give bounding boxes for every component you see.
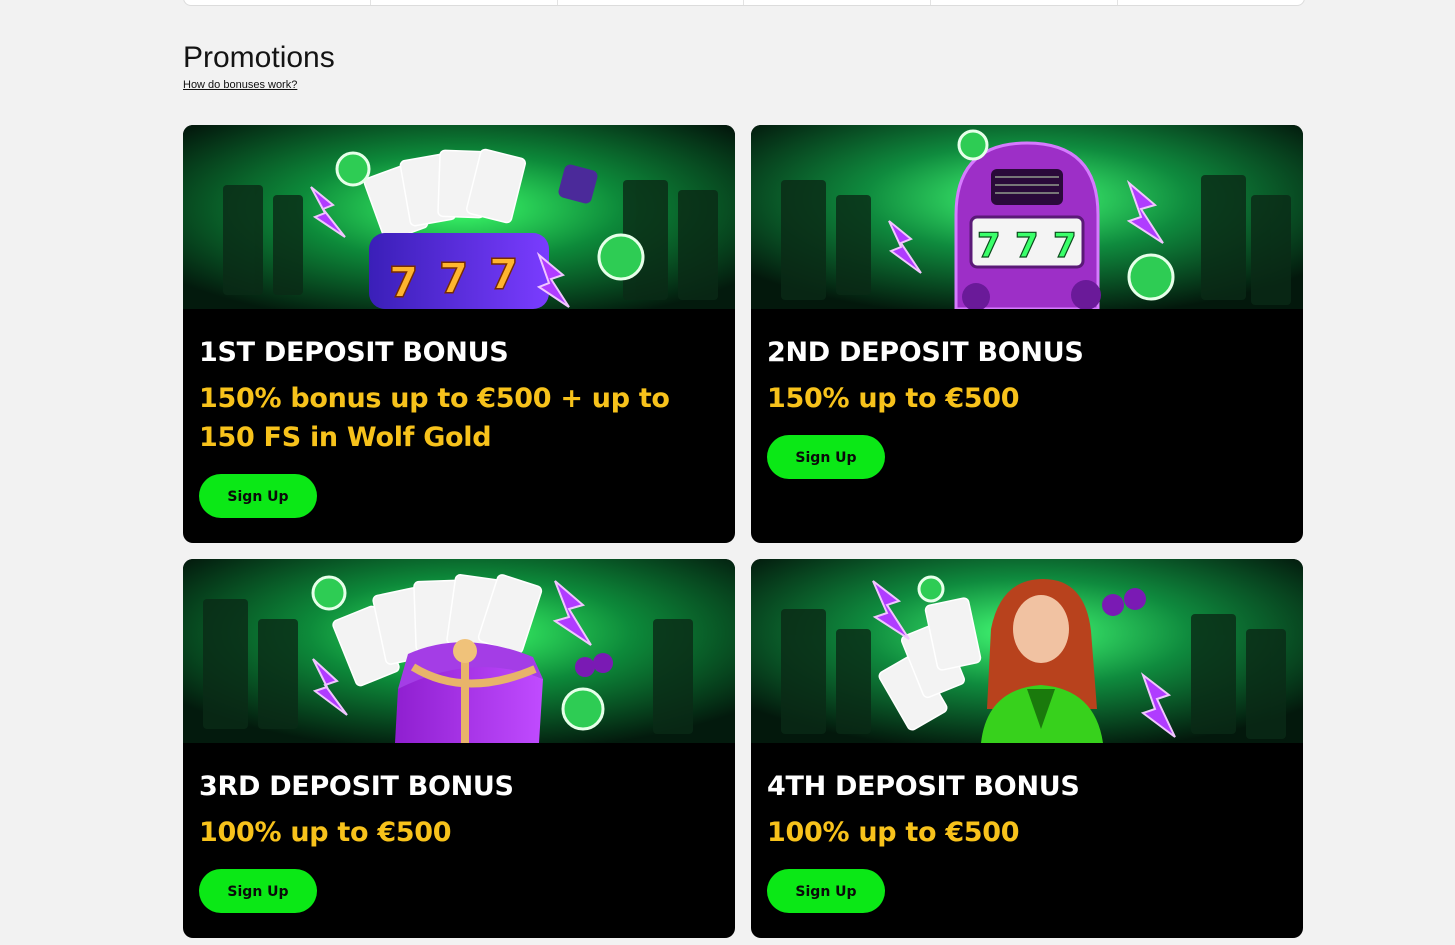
svg-text:7: 7 [489,250,518,299]
promo-card-3rd-deposit: 3RD DEPOSIT BONUS 100% up to €500 Sign U… [183,559,735,938]
promo-image-cards-gift-box [183,559,735,743]
svg-text:7: 7 [439,254,468,303]
sign-up-button[interactable]: Sign Up [199,474,317,518]
svg-text:7: 7 [389,258,418,307]
tab[interactable] [558,0,745,5]
promo-offer: 100% up to €500 [767,817,1020,848]
promo-offer: 150% up to €500 [767,383,1020,414]
promo-card-1st-deposit: 777 1ST DEPOSIT BONUS 150% bonus up to €… [183,125,735,543]
promo-card-body: 3RD DEPOSIT BONUS 100% up to €500 Sign U… [199,743,719,913]
sign-up-button[interactable]: Sign Up [767,869,885,913]
promo-title: 1ST DEPOSIT BONUS [199,337,509,368]
svg-text:7: 7 [1053,226,1077,266]
sign-up-button[interactable]: Sign Up [767,435,885,479]
promo-card-body: 2ND DEPOSIT BONUS 150% up to €500 Sign U… [767,309,1287,479]
promo-card-2nd-deposit: 777 2ND DEPOSIT BONUS 150% up to €500 Si… [751,125,1303,543]
page-title: Promotions [183,41,335,74]
promo-image-slot-machine: 777 [751,125,1303,309]
tab[interactable] [931,0,1119,5]
tab[interactable] [184,0,371,5]
promo-title: 2ND DEPOSIT BONUS [767,337,1084,368]
promo-image-cards-777-reel: 777 [183,125,735,309]
promo-offer: 150% bonus up to €500 + up to 150 FS in … [199,383,670,453]
promo-card-body: 1ST DEPOSIT BONUS 150% bonus up to €500 … [199,309,719,518]
promo-title: 4TH DEPOSIT BONUS [767,771,1080,802]
tab[interactable] [371,0,558,5]
tab[interactable] [744,0,932,5]
promo-image-woman-with-cards [751,559,1303,743]
promo-card-4th-deposit: 4TH DEPOSIT BONUS 100% up to €500 Sign U… [751,559,1303,938]
tab[interactable] [1118,0,1304,5]
sign-up-button[interactable]: Sign Up [199,869,317,913]
top-tab-bar [183,0,1305,6]
promo-title: 3RD DEPOSIT BONUS [199,771,514,802]
svg-text:7: 7 [1015,226,1039,266]
promo-offer: 100% up to €500 [199,817,452,848]
promo-card-body: 4TH DEPOSIT BONUS 100% up to €500 Sign U… [767,743,1287,913]
how-bonuses-work-link[interactable]: How do bonuses work? [183,79,297,91]
svg-text:7: 7 [977,226,1001,266]
